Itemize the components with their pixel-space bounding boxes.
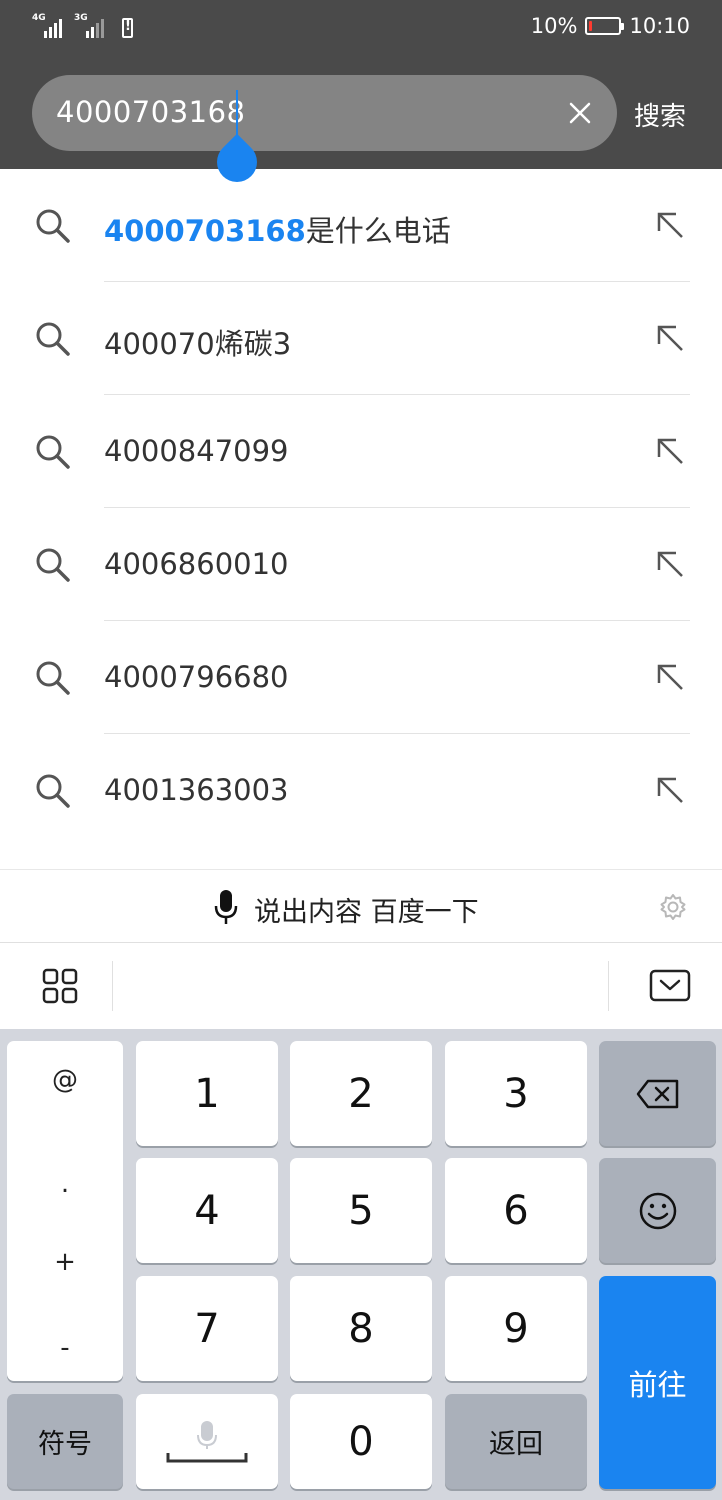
battery-icon [585, 17, 625, 35]
backspace-icon [636, 1079, 678, 1108]
go-key[interactable]: 前往 [599, 1276, 716, 1489]
search-icon [36, 774, 70, 808]
key-8[interactable]: 8 [290, 1276, 432, 1381]
suggestion-rest: 4000847099 [104, 434, 289, 468]
key-4[interactable]: 4 [136, 1158, 278, 1263]
suggestion-text: 400070烯碳3 [104, 321, 291, 363]
key-0[interactable]: 0 [290, 1394, 432, 1489]
keyboard-hide-icon[interactable] [649, 969, 691, 1003]
voice-search-bar[interactable]: 说出内容 百度一下 [0, 869, 722, 943]
key-6[interactable]: 6 [445, 1158, 587, 1263]
search-icon [36, 322, 70, 356]
battery-level [589, 21, 593, 31]
text-cursor [236, 90, 238, 138]
search-icon [36, 548, 70, 582]
backspace-key[interactable] [599, 1041, 716, 1146]
key-1[interactable]: 1 [136, 1041, 278, 1146]
arrow-up-left-icon[interactable] [654, 774, 686, 806]
symbols-key[interactable]: 符号 [7, 1394, 123, 1489]
arrow-up-left-icon[interactable] [654, 435, 686, 467]
suggestion-rest: 400070烯碳3 [104, 327, 292, 361]
suggestion-text: 4006860010 [104, 547, 289, 581]
suggestion-item[interactable]: 4000847099 [0, 395, 722, 508]
suggestion-text: 4000796680 [104, 660, 289, 694]
suggestion-list: 4000703168是什么电话 400070烯碳3 4000847099 400… [0, 169, 722, 847]
clock: 10:10 [629, 14, 690, 38]
arrow-up-left-icon[interactable] [654, 209, 686, 241]
search-input[interactable]: 4000703168 [32, 75, 617, 151]
suggestion-text: 4000847099 [104, 434, 289, 468]
numeric-keyboard: @ . + - 1 2 3 4 5 6 7 8 9 前往 符号 0 返回 [0, 1029, 722, 1500]
search-icon [36, 209, 70, 243]
key-minus[interactable]: - [7, 1333, 123, 1363]
suggestion-text: 4001363003 [104, 773, 289, 807]
arrow-up-left-icon[interactable] [654, 661, 686, 693]
key-9[interactable]: 9 [445, 1276, 587, 1381]
key-5[interactable]: 5 [290, 1158, 432, 1263]
search-icon [36, 661, 70, 695]
divider [608, 961, 609, 1011]
key-at[interactable]: @ [7, 1065, 123, 1095]
key-plus[interactable]: + [7, 1247, 123, 1277]
microphone-icon [214, 890, 238, 924]
keyboard-toolbar [0, 943, 722, 1029]
gear-icon[interactable] [658, 892, 688, 922]
suggestion-rest: 是什么电话 [305, 214, 451, 248]
key-7[interactable]: 7 [136, 1276, 278, 1381]
search-icon [36, 435, 70, 469]
suggestion-item[interactable]: 400070烯碳3 [0, 282, 722, 395]
key-2[interactable]: 2 [290, 1041, 432, 1146]
suggestion-rest: 4000796680 [104, 660, 289, 694]
space-mic-icon [166, 1420, 248, 1462]
suggestion-item[interactable]: 4000703168是什么电话 [0, 169, 722, 282]
battery-alert-icon [122, 18, 133, 38]
arrow-up-left-icon[interactable] [654, 548, 686, 580]
suggestion-item[interactable]: 4000796680 [0, 621, 722, 734]
suggestion-item[interactable]: 4001363003 [0, 734, 722, 847]
key-3[interactable]: 3 [445, 1041, 587, 1146]
search-input-value[interactable]: 4000703168 [56, 95, 246, 129]
status-bar: 4G 3G 10% 10:10 [0, 0, 722, 56]
symbol-column: @ . + - [7, 1041, 123, 1381]
emoji-key[interactable] [599, 1158, 716, 1263]
back-key[interactable]: 返回 [445, 1394, 587, 1489]
voice-search-label: 说出内容 百度一下 [254, 897, 479, 928]
divider [112, 961, 113, 1011]
key-dot[interactable]: . [7, 1169, 123, 1199]
grid-menu-icon[interactable] [42, 968, 78, 1004]
signal-4g-icon: 4G [32, 14, 66, 38]
suggestion-rest: 4001363003 [104, 773, 289, 807]
battery-percent: 10% [530, 14, 578, 38]
search-button[interactable]: 搜索 [634, 96, 686, 133]
space-voice-key[interactable] [136, 1394, 278, 1489]
search-header: 4G 3G 10% 10:10 4000703168 搜索 [0, 0, 722, 191]
suggestion-rest: 4006860010 [104, 547, 289, 581]
close-icon[interactable] [560, 93, 600, 133]
suggestion-item[interactable]: 4006860010 [0, 508, 722, 621]
suggestion-text: 4000703168是什么电话 [104, 208, 451, 250]
signal-3g-icon: 3G [74, 14, 108, 38]
suggestion-highlight: 4000703168 [104, 214, 306, 248]
arrow-up-left-icon[interactable] [654, 322, 686, 354]
smiley-icon [639, 1192, 676, 1229]
